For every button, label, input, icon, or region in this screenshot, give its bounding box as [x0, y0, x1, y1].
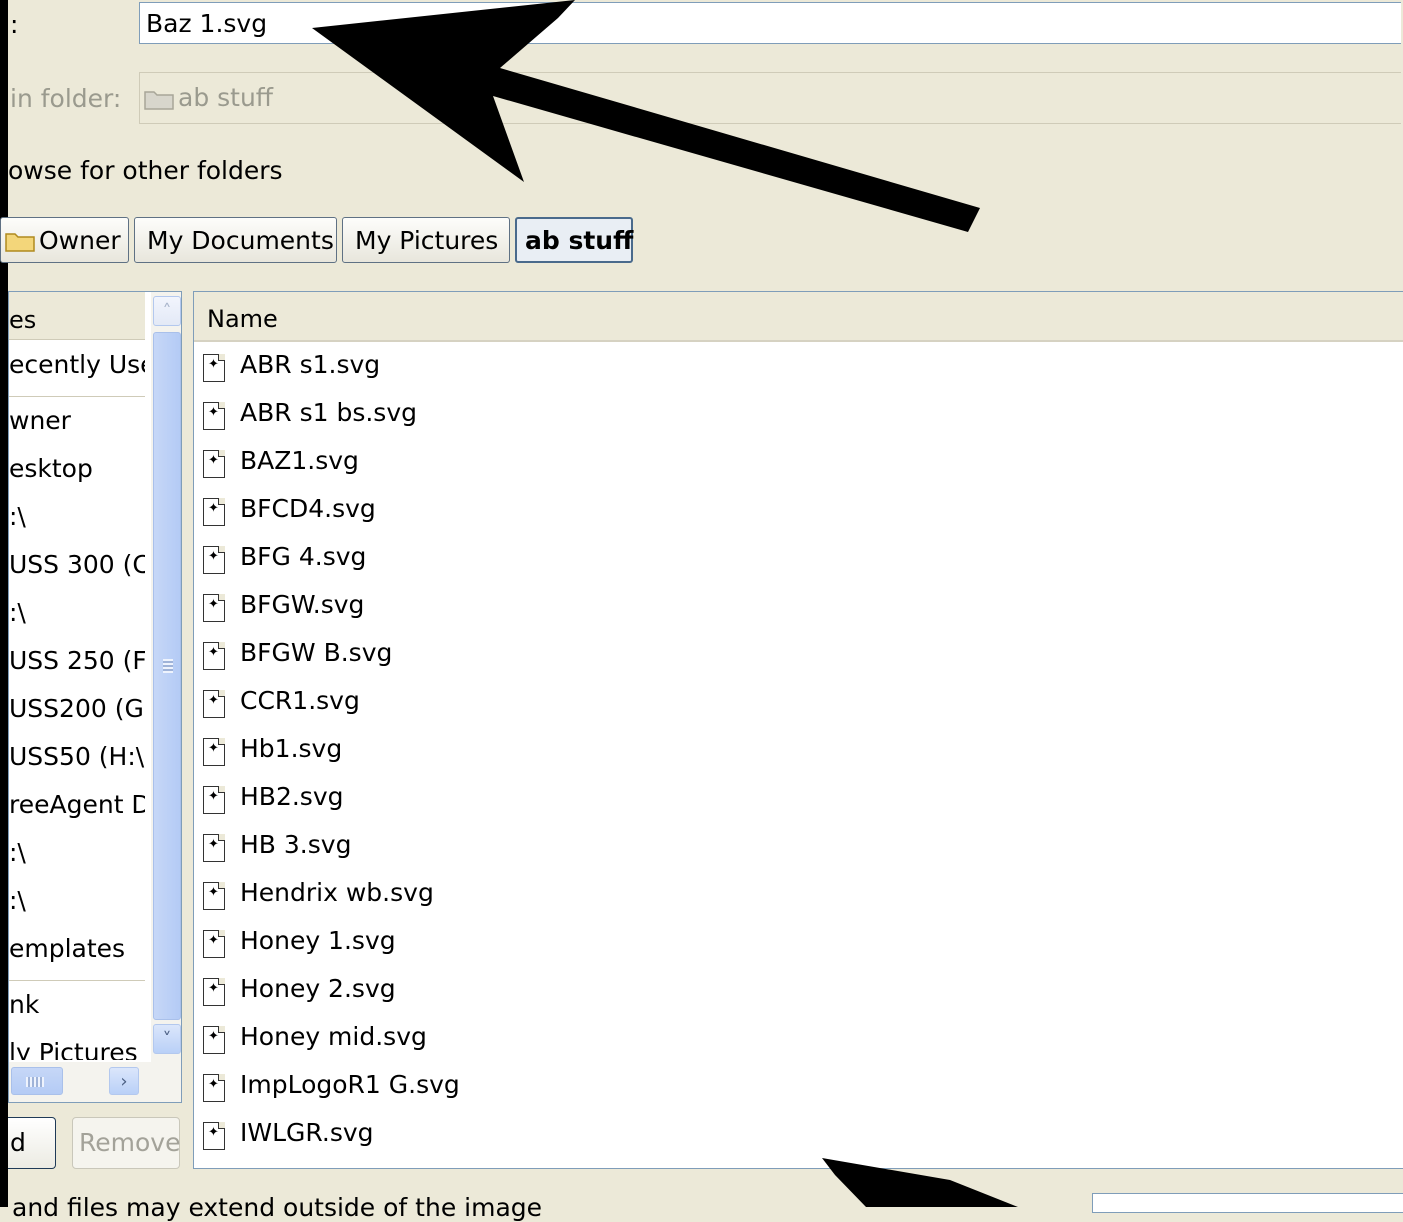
grip-icon	[163, 659, 173, 673]
file-name: BFGW.svg	[240, 590, 365, 619]
place-desktop[interactable]: esktop	[9, 454, 145, 494]
places-vertical-scrollbar[interactable]: ˄ ˅	[151, 292, 181, 1062]
path-button-owner[interactable]: Owner	[0, 217, 129, 263]
file-row[interactable]: ABR s1.svg	[194, 350, 1403, 398]
file-row[interactable]: Honey 2.svg	[194, 974, 1403, 1022]
file-row[interactable]: Hb1.svg	[194, 734, 1403, 782]
place-drive-j[interactable]: :\	[9, 838, 145, 878]
file-name: Honey mid.svg	[240, 1022, 427, 1051]
path-button-ab-stuff[interactable]: ab stuff	[515, 217, 633, 263]
place-drive-a[interactable]: :\	[9, 502, 145, 542]
chevron-up-icon[interactable]: ˄	[153, 296, 181, 326]
place-drive-k[interactable]: :\	[9, 886, 145, 926]
svg-file-icon	[203, 738, 225, 766]
save-in-folder-value: ab stuff	[178, 83, 274, 112]
file-list: Name ABR s1.svg ABR s1 bs.svg BAZ1.svg B…	[193, 291, 1403, 1169]
file-name: BFCD4.svg	[240, 494, 376, 523]
svg-file-icon	[203, 786, 225, 814]
file-row[interactable]: BAZ1.svg	[194, 446, 1403, 494]
svg-file-icon	[203, 594, 225, 622]
file-row[interactable]: Honey 1.svg	[194, 926, 1403, 974]
file-name: ABR s1.svg	[240, 350, 381, 379]
file-row[interactable]: ABR s1 bs.svg	[194, 398, 1403, 446]
browse-other-folders-expander[interactable]: owse for other folders	[8, 156, 283, 185]
file-row[interactable]: ImpLogoR1 G.svg	[194, 1070, 1403, 1118]
places-pane: es ecently Use wner esktop :\ USS 300 (C…	[8, 291, 182, 1103]
add-bookmark-button[interactable]: d	[8, 1117, 56, 1169]
place-drive-f[interactable]: USS 250 (F	[9, 646, 145, 686]
svg-file-icon	[203, 978, 225, 1006]
save-in-folder-label: in folder:	[10, 84, 122, 113]
file-name: ImpLogoR1 G.svg	[240, 1070, 460, 1099]
name-column-header[interactable]: Name	[194, 292, 1403, 342]
file-row[interactable]: BFG 4.svg	[194, 542, 1403, 590]
place-bookmark[interactable]: nk	[9, 990, 145, 1030]
svg-file-icon	[203, 882, 225, 910]
file-name: Honey 2.svg	[240, 974, 396, 1003]
file-row[interactable]: BFCD4.svg	[194, 494, 1403, 542]
file-name: IWLGR.svg	[240, 1118, 374, 1147]
file-name: BAZ1.svg	[240, 446, 359, 475]
places-separator	[9, 396, 145, 397]
file-type-combo[interactable]	[1092, 1193, 1403, 1213]
path-button-my-pictures[interactable]: My Pictures	[342, 217, 510, 263]
file-row[interactable]: BFGW.svg	[194, 590, 1403, 638]
file-name: BFGW B.svg	[240, 638, 393, 667]
place-templates[interactable]: emplates	[9, 934, 145, 974]
file-row[interactable]: IWLGR.svg	[194, 1118, 1403, 1166]
file-row[interactable]: Honey mid.svg	[194, 1022, 1403, 1070]
path-button-my-documents[interactable]: My Documents	[134, 217, 337, 263]
path-label: Owner	[39, 226, 121, 255]
file-row[interactable]: CCR1.svg	[194, 686, 1403, 734]
place-owner[interactable]: wner	[9, 406, 145, 446]
place-recently-used[interactable]: ecently Use	[9, 350, 145, 390]
place-drive-d[interactable]: :\	[9, 598, 145, 638]
place-drive-g[interactable]: USS200 (G	[9, 694, 145, 734]
svg-file-icon	[203, 1122, 225, 1150]
svg-file-icon	[203, 354, 225, 382]
svg-file-icon	[203, 1074, 225, 1102]
file-name: HB 3.svg	[240, 830, 352, 859]
window-edge	[0, 0, 8, 1207]
svg-file-icon	[203, 450, 225, 478]
svg-file-icon	[203, 834, 225, 862]
svg-file-icon	[203, 498, 225, 526]
filename-input[interactable]: Baz 1.svg	[139, 2, 1401, 44]
remove-bookmark-button[interactable]: Remove	[72, 1117, 180, 1169]
file-name: ABR s1 bs.svg	[240, 398, 417, 427]
name-label: :	[10, 10, 19, 39]
scroll-thumb[interactable]	[153, 332, 181, 1020]
scroll-thumb[interactable]	[11, 1067, 63, 1095]
place-freeagent-drive[interactable]: reeAgent Dr	[9, 790, 145, 830]
save-in-folder-combo: ab stuff	[139, 72, 1401, 124]
svg-file-icon	[203, 1026, 225, 1054]
place-drive-c[interactable]: USS 300 (C	[9, 550, 145, 590]
place-drive-h[interactable]: USS50 (H:\	[9, 742, 145, 782]
file-row[interactable]: Hendrix wb.svg	[194, 878, 1403, 926]
places-separator	[9, 980, 145, 981]
file-name: HB2.svg	[240, 782, 344, 811]
file-name: CCR1.svg	[240, 686, 360, 715]
svg-file-icon	[203, 690, 225, 718]
svg-file-icon	[203, 402, 225, 430]
file-name: Hendrix wb.svg	[240, 878, 434, 907]
file-row[interactable]: HB2.svg	[194, 782, 1403, 830]
file-name: BFG 4.svg	[240, 542, 367, 571]
file-name: Hb1.svg	[240, 734, 343, 763]
file-name: Honey 1.svg	[240, 926, 396, 955]
bottom-option-label: and files may extend outside of the imag…	[12, 1193, 543, 1222]
svg-file-icon	[203, 546, 225, 574]
folder-icon	[5, 233, 35, 252]
chevron-right-icon[interactable]: ›	[109, 1067, 139, 1095]
places-horizontal-scrollbar[interactable]: ›	[9, 1062, 181, 1102]
svg-file-icon	[203, 930, 225, 958]
places-column-header[interactable]: es	[9, 292, 145, 340]
place-my-pictures[interactable]: ly Pictures	[9, 1038, 145, 1060]
file-row[interactable]: BFGW B.svg	[194, 638, 1403, 686]
folder-icon	[144, 91, 174, 110]
chevron-down-icon[interactable]: ˅	[153, 1024, 181, 1054]
svg-file-icon	[203, 642, 225, 670]
file-row[interactable]: HB 3.svg	[194, 830, 1403, 878]
